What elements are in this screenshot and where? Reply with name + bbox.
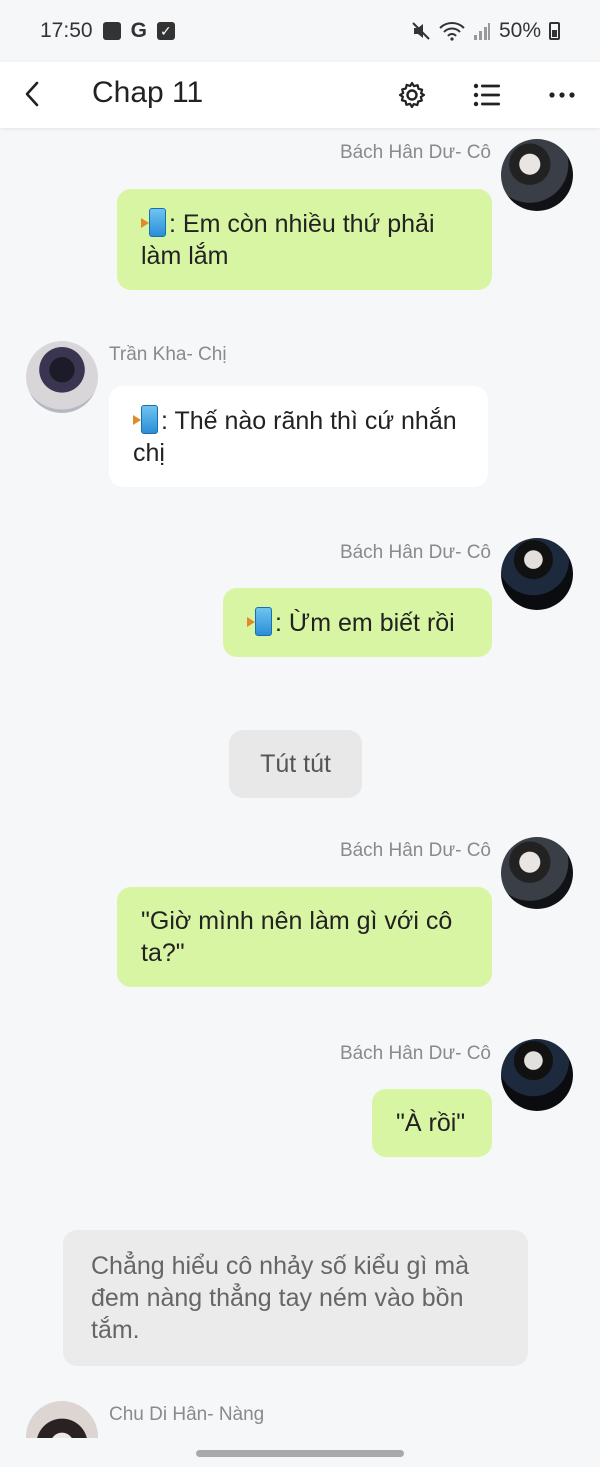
- back-icon: [25, 81, 39, 107]
- battery-percent: 50%: [498, 19, 541, 42]
- status-right: 50%: [411, 19, 560, 43]
- message-text: : Ừm em biết rồi: [275, 609, 455, 637]
- message-text: "À rồi": [396, 1109, 466, 1137]
- message-bubble[interactable]: "À rồi": [372, 1089, 492, 1157]
- message-bubble[interactable]: : Em còn nhiều thứ phải làm lắm: [117, 189, 492, 290]
- avatar[interactable]: [26, 341, 98, 413]
- phone-icon: [141, 207, 167, 237]
- sender-name: Trần Kha- Chị: [109, 344, 227, 365]
- chat-area[interactable]: Bách Hân Dư- Cô : Em còn nhiều thứ phải …: [0, 128, 600, 1438]
- page-title: Chap 11: [92, 76, 204, 109]
- signal-icon: [473, 23, 490, 40]
- sender-name: Bách Hân Dư- Cô: [339, 1043, 491, 1064]
- avatar[interactable]: [501, 139, 573, 211]
- chapter-list-button[interactable]: [464, 72, 510, 118]
- message-text: Tút tút: [260, 750, 331, 778]
- check-icon: ✓: [156, 22, 175, 40]
- phone-icon: [247, 606, 273, 636]
- message-text: : Thế nào rãnh thì cứ nhắn chị: [133, 407, 457, 467]
- avatar[interactable]: [501, 837, 573, 909]
- status-left: 17:50 G ✓: [40, 19, 175, 43]
- message-text: "Giờ mình nên làm gì với cô ta?": [141, 907, 453, 967]
- avatar[interactable]: [26, 1401, 98, 1438]
- sender-name: Chu Di Hân- Nàng: [109, 1404, 265, 1425]
- list-icon: [473, 83, 500, 107]
- sender-name: Bách Hân Dư- Cô: [339, 840, 491, 861]
- settings-button[interactable]: [389, 72, 435, 118]
- back-button[interactable]: [14, 72, 50, 116]
- image-icon: [102, 22, 121, 40]
- narration-text: Chẳng hiểu cô nhảy số kiểu gì mà đem nàn…: [91, 1252, 470, 1344]
- narration-box[interactable]: Chẳng hiểu cô nhảy số kiểu gì mà đem nàn…: [63, 1230, 528, 1366]
- sender-name: Bách Hân Dư- Cô: [339, 142, 491, 163]
- status-bar: 17:50 G ✓ 50%: [0, 0, 600, 62]
- app-bar: Chap 11: [0, 62, 600, 128]
- message-bubble[interactable]: : Thế nào rãnh thì cứ nhắn chị: [109, 386, 488, 487]
- wifi-icon: [439, 22, 465, 41]
- home-indicator[interactable]: [196, 1450, 404, 1457]
- mute-icon: [412, 22, 430, 40]
- system-message[interactable]: Tút tút: [229, 730, 362, 798]
- message-text: : Em còn nhiều thứ phải làm lắm: [141, 210, 435, 270]
- more-button[interactable]: [539, 72, 585, 118]
- avatar[interactable]: [501, 538, 573, 610]
- google-icon: G: [130, 19, 147, 42]
- battery-icon: [549, 22, 560, 40]
- more-icon: [549, 92, 575, 98]
- sender-name: Bách Hân Dư- Cô: [339, 542, 491, 563]
- gear-icon: [398, 81, 426, 109]
- avatar[interactable]: [501, 1039, 573, 1111]
- message-bubble[interactable]: : Ừm em biết rồi: [223, 588, 492, 657]
- status-time: 17:50: [40, 19, 93, 42]
- phone-icon: [133, 404, 159, 434]
- message-bubble[interactable]: "Giờ mình nên làm gì với cô ta?": [117, 887, 492, 987]
